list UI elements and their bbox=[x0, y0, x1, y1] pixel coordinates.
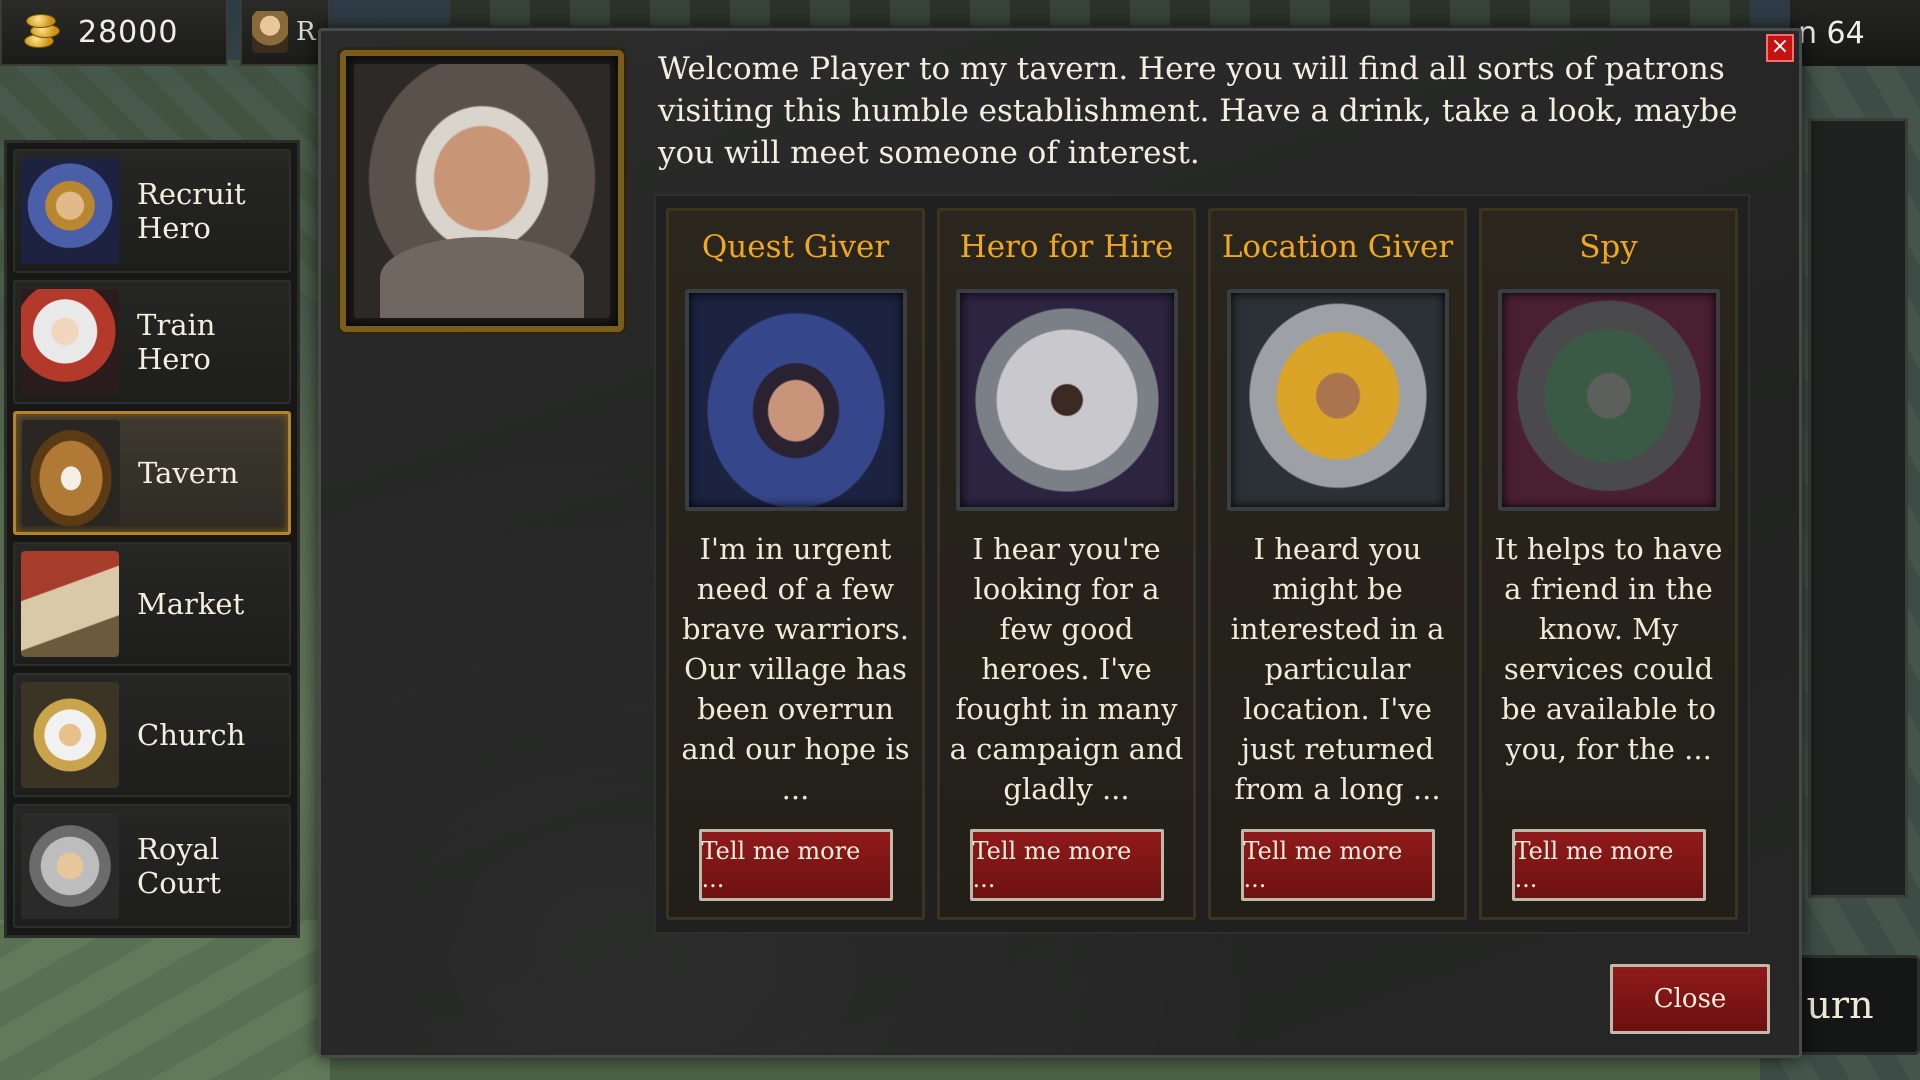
recruit-hero-icon bbox=[21, 158, 119, 264]
nav-item-tavern[interactable]: Tavern bbox=[13, 411, 291, 535]
nav-item-label: Train Hero bbox=[137, 308, 216, 376]
patron-text: It helps to have a friend in the know. M… bbox=[1494, 532, 1723, 766]
gold-amount: 28000 bbox=[78, 14, 179, 50]
nav-item-label: Recruit Hero bbox=[137, 177, 246, 245]
patron-card-hero-for-hire: Hero for Hire I hear you're looking for … bbox=[937, 208, 1196, 920]
train-hero-icon bbox=[21, 289, 119, 395]
church-bishop-icon bbox=[21, 682, 119, 788]
nav-item-train-hero[interactable]: Train Hero bbox=[13, 280, 291, 404]
tavern-keeper-frame bbox=[340, 50, 624, 332]
nav-item-label: Tavern bbox=[138, 456, 239, 490]
patron-text: I heard you might be interested in a par… bbox=[1230, 532, 1445, 806]
close-icon[interactable]: × bbox=[1766, 34, 1794, 62]
tavern-welcome-text: Welcome Player to my tavern. Here you wi… bbox=[658, 51, 1738, 171]
patron-card-location-giver: Location Giver I heard you might be inte… bbox=[1208, 208, 1467, 920]
turn-counter: n 64 bbox=[1790, 0, 1920, 66]
nav-item-recruit-hero[interactable]: Recruit Hero bbox=[13, 149, 291, 273]
hero-selector[interactable]: R bbox=[240, 0, 330, 66]
turbaned-warrior-portrait bbox=[1226, 289, 1449, 511]
nav-item-market[interactable]: Market bbox=[13, 542, 291, 666]
tavern-keeper-portrait bbox=[354, 64, 610, 318]
armored-knight-portrait bbox=[955, 289, 1178, 511]
nav-item-royal-court[interactable]: Royal Court bbox=[13, 804, 291, 928]
masked-spy-portrait bbox=[1497, 289, 1720, 511]
patron-title: Spy bbox=[1579, 229, 1638, 265]
gold-counter: 28000 bbox=[0, 0, 228, 66]
close-button[interactable]: Close bbox=[1610, 964, 1770, 1034]
patron-list: Quest Giver I'm in urgent need of a few … bbox=[654, 194, 1750, 934]
tell-me-more-button[interactable]: Tell me more ... bbox=[1240, 829, 1435, 901]
patron-title: Location Giver bbox=[1221, 229, 1454, 265]
nav-item-label: Market bbox=[137, 587, 245, 621]
tell-me-more-button[interactable]: Tell me more ... bbox=[1511, 829, 1706, 901]
right-side-panel bbox=[1808, 118, 1908, 898]
nav-item-label: Church bbox=[137, 718, 246, 752]
hooded-woman-portrait bbox=[684, 289, 907, 511]
patron-title: Hero for Hire bbox=[959, 229, 1174, 265]
terrain-tile bbox=[0, 920, 330, 1080]
patron-text: I hear you're looking for a few good her… bbox=[949, 532, 1184, 806]
patron-title: Quest Giver bbox=[701, 229, 890, 265]
patron-card-spy: Spy It helps to have a friend in the kno… bbox=[1479, 208, 1738, 920]
nav-item-label: Royal Court bbox=[137, 832, 221, 900]
market-building-icon bbox=[21, 551, 119, 657]
building-nav: Recruit Hero Train Hero Tavern Market Ch… bbox=[4, 140, 300, 938]
royal-court-knight-icon bbox=[21, 813, 119, 919]
hero-name-fragment: R bbox=[296, 17, 316, 47]
patron-card-quest-giver: Quest Giver I'm in urgent need of a few … bbox=[666, 208, 925, 920]
nav-item-church[interactable]: Church bbox=[13, 673, 291, 797]
rooftops bbox=[450, 0, 1750, 26]
tell-me-more-button[interactable]: Tell me more ... bbox=[969, 829, 1164, 901]
tavern-mug-icon bbox=[22, 420, 120, 526]
patron-text: I'm in urgent need of a few brave warrio… bbox=[681, 532, 910, 806]
gold-coins-icon bbox=[20, 12, 64, 52]
tell-me-more-button[interactable]: Tell me more ... bbox=[698, 829, 893, 901]
hero-avatar-icon bbox=[252, 11, 288, 53]
